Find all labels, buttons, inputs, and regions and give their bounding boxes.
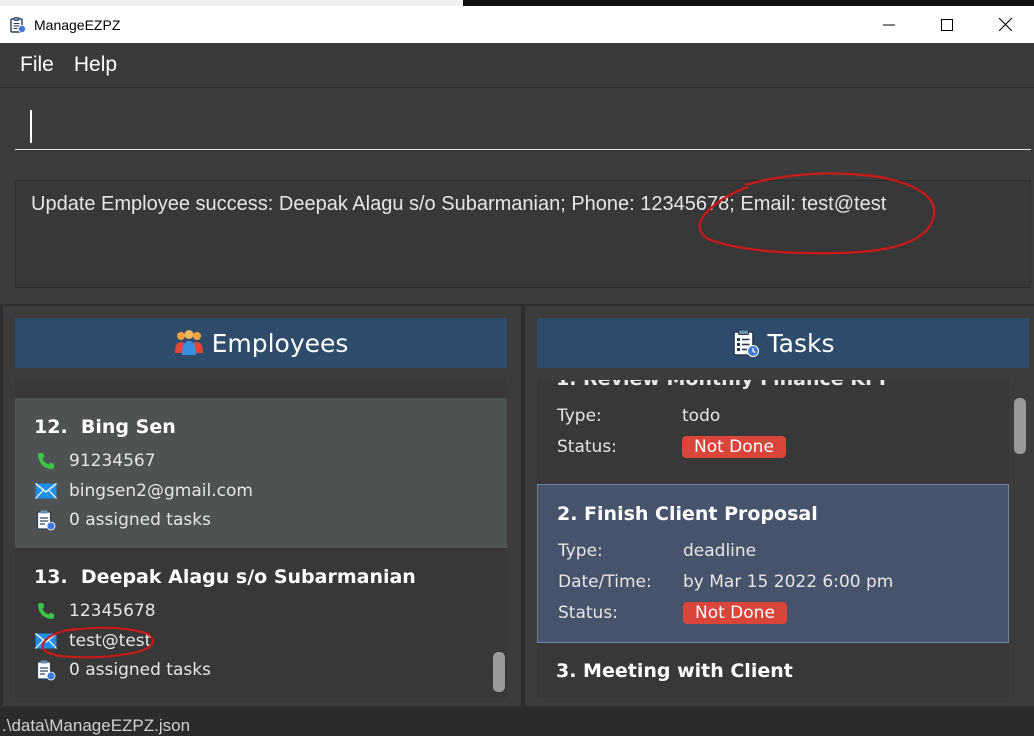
menu-bar: File Help bbox=[0, 43, 1034, 88]
employee-tasks-row: 0 assigned tasks bbox=[35, 510, 211, 531]
employee-index: 12. bbox=[34, 416, 68, 438]
tasks-header: Tasks bbox=[537, 318, 1029, 368]
employee-email: bingsen2@gmail.com bbox=[69, 481, 253, 501]
task-status-label: Status: bbox=[557, 437, 617, 457]
task-datetime-row: Date/Time: by Mar 15 2022 6:00 pm bbox=[558, 572, 893, 592]
employee-index: 13. bbox=[34, 566, 68, 588]
email-icon bbox=[35, 483, 57, 499]
task-type: todo bbox=[682, 406, 721, 426]
task-card-2[interactable]: 2. Finish Client Proposal Type: deadline… bbox=[537, 484, 1009, 643]
minimize-button[interactable] bbox=[860, 6, 918, 43]
task-status-row: Status: Not Done bbox=[557, 436, 786, 458]
employee-phone-row: 91234567 bbox=[35, 451, 156, 471]
command-input[interactable] bbox=[15, 99, 1031, 150]
employee-email-row: test@test bbox=[35, 631, 151, 651]
clipboard-icon bbox=[36, 660, 56, 681]
task-title: 1. Review Monthly Finance KPI bbox=[556, 380, 886, 390]
app-window: ManageEZPZ File Help Update Employee suc… bbox=[0, 0, 1034, 736]
employees-panel: Employees 12. Bing Sen 91234567 bingsen2… bbox=[3, 306, 521, 706]
result-message: Update Employee success: Deepak Alagu s/… bbox=[31, 193, 887, 215]
employee-card-13[interactable]: 13. Deepak Alagu s/o Subarmanian 1234567… bbox=[15, 548, 507, 698]
task-card-1[interactable]: 1. Review Monthly Finance KPI Type: todo… bbox=[537, 380, 1009, 480]
maximize-icon bbox=[941, 18, 953, 31]
app-logo-icon bbox=[10, 16, 26, 33]
maximize-button[interactable] bbox=[918, 6, 976, 43]
employee-task-count: 0 assigned tasks bbox=[69, 660, 211, 680]
minimize-icon bbox=[883, 24, 895, 25]
employee-list-scrollbar[interactable] bbox=[493, 652, 505, 692]
task-type-row: Type: todo bbox=[557, 406, 720, 426]
task-list-scrollbar[interactable] bbox=[1014, 398, 1026, 454]
employee-name: Deepak Alagu s/o Subarmanian bbox=[80, 566, 416, 588]
task-datetime: by Mar 15 2022 6:00 pm bbox=[683, 572, 894, 592]
task-type-row: Type: deadline bbox=[558, 541, 756, 561]
status-badge: Not Done bbox=[683, 602, 787, 624]
tasks-icon bbox=[35, 380, 57, 382]
task-type-label: Type: bbox=[558, 541, 603, 561]
result-display: Update Employee success: Deepak Alagu s/… bbox=[15, 180, 1031, 288]
employee-name: Bing Sen bbox=[80, 416, 176, 438]
result-area: Update Employee success: Deepak Alagu s/… bbox=[0, 164, 1034, 304]
task-datetime-label: Date/Time: bbox=[558, 572, 652, 592]
employee-tasks-row: 0 assigned tasks bbox=[35, 660, 211, 681]
employee-phone-row: 12345678 bbox=[35, 601, 156, 621]
text-caret bbox=[30, 110, 32, 143]
employee-task-count: 0 assigned tasks bbox=[69, 510, 211, 530]
close-icon bbox=[998, 18, 1012, 31]
employees-header: Employees bbox=[15, 318, 507, 368]
clipboard-icon bbox=[732, 329, 759, 357]
people-icon bbox=[174, 330, 203, 355]
status-badge: Not Done bbox=[682, 436, 786, 458]
employees-title: Employees bbox=[211, 328, 349, 358]
list-item[interactable] bbox=[15, 380, 507, 395]
employee-list[interactable]: 12. Bing Sen 91234567 bingsen2@gmail.com… bbox=[15, 380, 507, 698]
employee-email: test@test bbox=[69, 631, 152, 651]
task-list[interactable]: 1. Review Monthly Finance KPI Type: todo… bbox=[537, 380, 1009, 698]
phone-icon bbox=[38, 603, 54, 619]
menu-file[interactable]: File bbox=[20, 53, 54, 77]
task-type-label: Type: bbox=[557, 406, 602, 426]
task-type: deadline bbox=[683, 541, 757, 561]
command-area bbox=[0, 89, 1034, 164]
clipboard-icon bbox=[36, 510, 56, 531]
task-status-row: Status: Not Done bbox=[558, 602, 787, 624]
email-icon bbox=[35, 633, 57, 649]
panels-container: Employees 12. Bing Sen 91234567 bingsen2… bbox=[0, 304, 1034, 708]
phone-icon bbox=[38, 453, 54, 469]
task-title: 2. Finish Client Proposal bbox=[557, 503, 818, 525]
status-bar: .\data\ManageEZPZ.json bbox=[0, 708, 1034, 736]
employee-phone: 91234567 bbox=[69, 451, 156, 471]
data-file-path: .\data\ManageEZPZ.json bbox=[2, 716, 191, 735]
title-bar: ManageEZPZ bbox=[0, 6, 1034, 43]
menu-help[interactable]: Help bbox=[74, 53, 117, 77]
employee-email-row: bingsen2@gmail.com bbox=[35, 481, 253, 501]
tasks-panel: Tasks 1. Review Monthly Finance KPI Type… bbox=[525, 306, 1034, 706]
task-card-3[interactable]: 3. Meeting with Client bbox=[537, 644, 1009, 698]
task-title: 3. Meeting with Client bbox=[556, 660, 793, 682]
window-title: ManageEZPZ bbox=[34, 16, 121, 33]
tasks-title: Tasks bbox=[767, 328, 835, 358]
employee-phone: 12345678 bbox=[69, 601, 156, 621]
close-button[interactable] bbox=[976, 6, 1034, 43]
task-status-label: Status: bbox=[558, 603, 618, 623]
employee-card-12[interactable]: 12. Bing Sen 91234567 bingsen2@gmail.com… bbox=[15, 398, 507, 548]
